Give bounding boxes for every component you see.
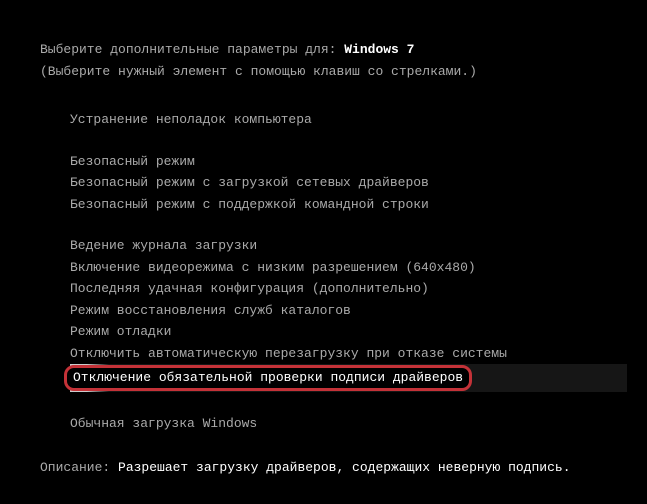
menu-item-directory-restore[interactable]: Режим восстановления служб каталогов — [70, 300, 627, 322]
boot-options-menu: Устранение неполадок компьютера Безопасн… — [40, 109, 627, 434]
header-hint: (Выберите нужный элемент с помощью клави… — [40, 62, 627, 82]
header-prompt-text: Выберите дополнительные параметры для: — [40, 42, 344, 57]
description-line: Описание: Разрешает загрузку драйверов, … — [40, 434, 627, 478]
menu-item-disable-driver-signature[interactable]: Отключение обязательной проверки подписи… — [70, 364, 627, 392]
menu-item-repair[interactable]: Устранение неполадок компьютера — [70, 109, 627, 131]
description-label: Описание: — [40, 460, 118, 475]
menu-item-debug[interactable]: Режим отладки — [70, 321, 627, 343]
menu-item-start-normally[interactable]: Обычная загрузка Windows — [70, 392, 627, 435]
menu-item-safe-mode[interactable]: Безопасный режим — [70, 151, 627, 173]
menu-item-boot-logging[interactable]: Ведение журнала загрузки — [70, 235, 627, 257]
menu-gap — [70, 215, 627, 235]
os-name: Windows 7 — [344, 42, 414, 57]
menu-item-last-known-good[interactable]: Последняя удачная конфигурация (дополнит… — [70, 278, 627, 300]
menu-item-low-res[interactable]: Включение видеорежима с низким разрешени… — [70, 257, 627, 279]
header-prompt: Выберите дополнительные параметры для: W… — [40, 40, 627, 60]
selected-item-label: Отключение обязательной проверки подписи… — [64, 365, 472, 391]
menu-item-safe-mode-networking[interactable]: Безопасный режим с загрузкой сетевых дра… — [70, 172, 627, 194]
description-text: Разрешает загрузку драйверов, содержащих… — [118, 460, 570, 475]
menu-item-disable-auto-restart[interactable]: Отключить автоматическую перезагрузку пр… — [70, 343, 627, 365]
menu-gap — [70, 131, 627, 151]
menu-item-safe-mode-cmd[interactable]: Безопасный режим с поддержкой командной … — [70, 194, 627, 216]
